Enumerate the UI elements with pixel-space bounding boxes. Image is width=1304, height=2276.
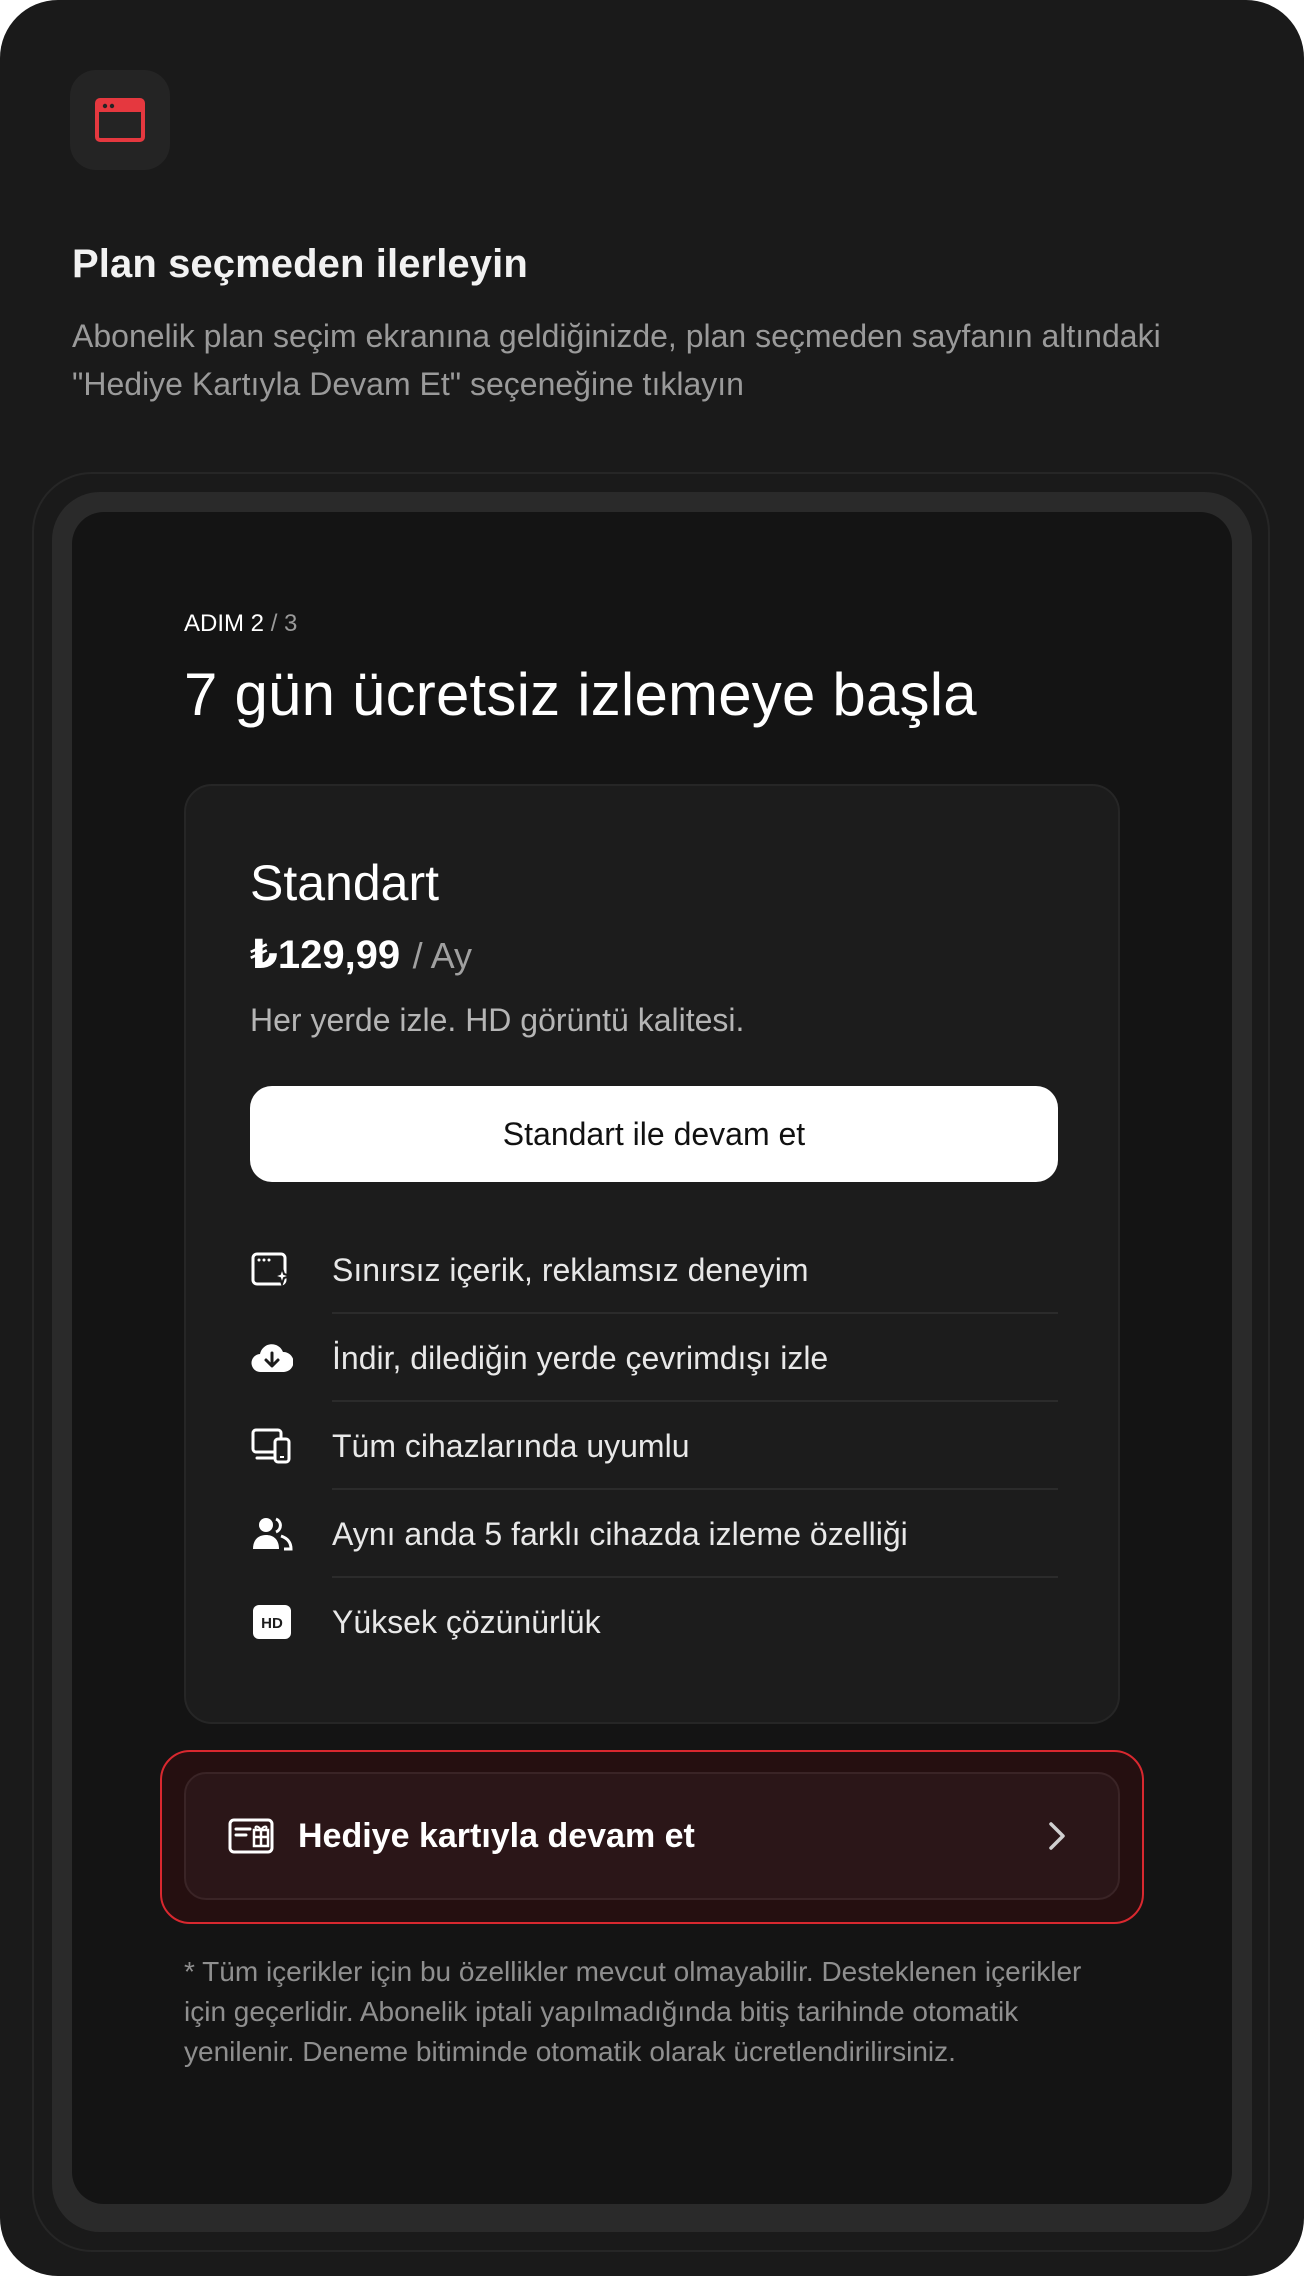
plan-period: / Ay bbox=[412, 935, 473, 976]
plan-price: ₺129,99 bbox=[250, 933, 401, 977]
plan-card: Standart ₺129,99 / Ay Her yerde izle. HD… bbox=[184, 784, 1120, 1724]
feature-list: Sınırsız içerik, reklamsız deneyim İndir… bbox=[250, 1226, 1058, 1666]
feature-label: Sınırsız içerik, reklamsız deneyim bbox=[332, 1251, 809, 1288]
step-total: / 3 bbox=[270, 610, 298, 637]
page-title: 7 gün ücretsiz izlemeye başla bbox=[184, 661, 977, 728]
gift-card-icon bbox=[228, 1816, 274, 1856]
plan-name: Standart bbox=[250, 855, 440, 911]
footnote: * Tüm içerikler için bu özellikler mevcu… bbox=[184, 1956, 1082, 2067]
gift-card-button[interactable]: Hediye kartıyla devam et bbox=[184, 1772, 1120, 1900]
instruction-description: Abonelik plan seçim ekranına geldiğinizd… bbox=[72, 318, 1161, 402]
feature-item: Tüm cihazlarında uyumlu bbox=[250, 1402, 1058, 1490]
feature-label: Aynı anda 5 farklı cihazda izleme özelli… bbox=[332, 1515, 908, 1552]
feature-item: Aynı anda 5 farklı cihazda izleme özelli… bbox=[250, 1490, 1058, 1578]
step-current: ADIM 2 bbox=[184, 610, 265, 637]
feature-label: Yüksek çözünürlük bbox=[332, 1603, 601, 1640]
feature-item: Sınırsız içerik, reklamsız deneyim bbox=[250, 1226, 1058, 1314]
download-cloud-icon bbox=[250, 1336, 294, 1380]
gift-card-label: Hediye kartıyla devam et bbox=[298, 1816, 695, 1855]
step-indicator: ADIM 2 / 3 bbox=[184, 610, 297, 638]
feature-item: HD Yüksek çözünürlük bbox=[250, 1578, 1058, 1666]
users-icon bbox=[250, 1512, 294, 1556]
svg-text:HD: HD bbox=[261, 1615, 283, 1632]
plan-price-row: ₺129,99 / Ay bbox=[250, 932, 472, 978]
instruction-card: Plan seçmeden ilerleyin Abonelik plan se… bbox=[0, 0, 1304, 2276]
feature-label: Tüm cihazlarında uyumlu bbox=[332, 1427, 690, 1464]
feature-label: İndir, dilediğin yerde çevrimdışı izle bbox=[332, 1339, 829, 1376]
plan-description: Her yerde izle. HD görüntü kalitesi. bbox=[250, 1002, 745, 1038]
app-window-icon bbox=[70, 70, 170, 170]
continue-standard-button[interactable]: Standart ile devam et bbox=[250, 1086, 1058, 1182]
devices-icon bbox=[250, 1424, 294, 1468]
feature-item: İndir, dilediğin yerde çevrimdışı izle bbox=[250, 1314, 1058, 1402]
ad-free-icon bbox=[250, 1248, 294, 1292]
hd-icon: HD bbox=[250, 1600, 294, 1644]
instruction-heading: Plan seçmeden ilerleyin bbox=[72, 242, 528, 286]
chevron-right-icon bbox=[1046, 1816, 1070, 1856]
